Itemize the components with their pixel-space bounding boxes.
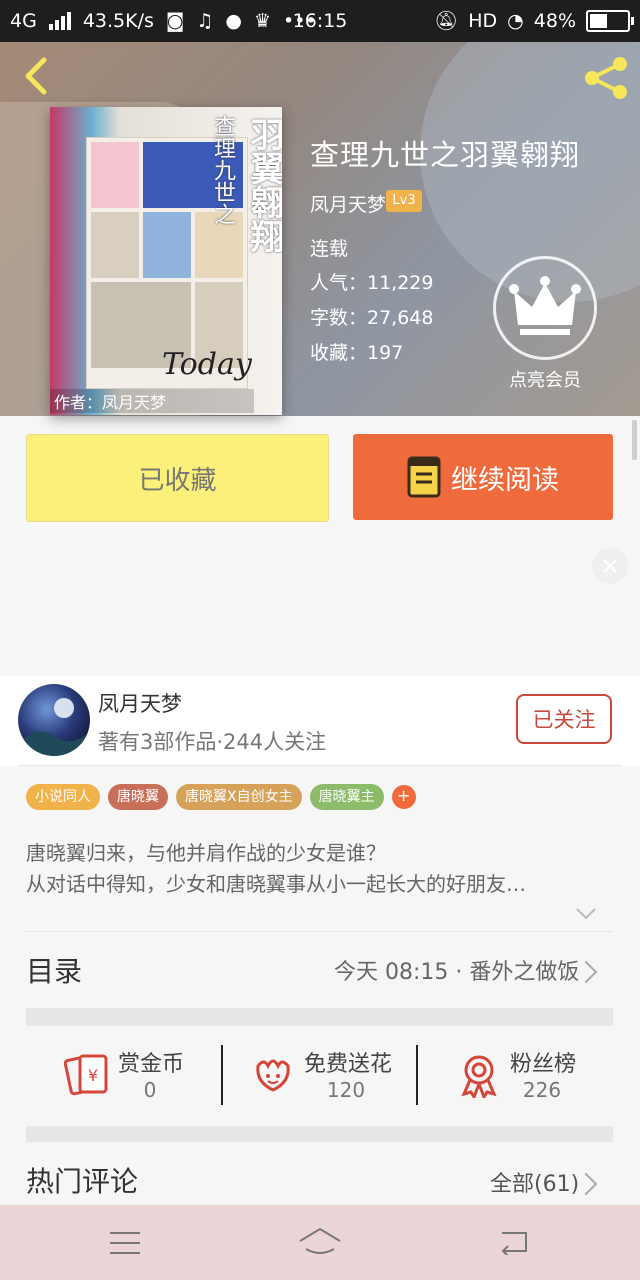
book-cover[interactable]: Today 羽翼翱翔 查理九世之 作者：凤月天梦 — [50, 107, 282, 415]
favorited-label: 已收藏 — [138, 465, 217, 496]
tag-list: 小说同人 唐晓翼 唐晓翼X自创女主 唐晓翼主 + — [26, 784, 416, 810]
reward-count: 120 — [326, 1078, 366, 1102]
status-bar: 4G 43.5K/s ◙ ♫ ● ♛ ••• 16:15 🔕︎ HD ◔ 48% — [0, 0, 640, 42]
battery-percent: 48% — [533, 10, 576, 32]
cover-byline: 作者：凤月天梦 — [50, 389, 254, 413]
reward-title: 免费送花 — [304, 1052, 393, 1077]
continue-reading-button[interactable]: 继续阅读 — [353, 434, 613, 520]
chevron-left-icon — [25, 57, 47, 95]
tag[interactable]: 唐晓翼 — [108, 784, 168, 810]
continue-reading-label: 继续阅读 — [451, 464, 559, 496]
popularity-stat: 人气：11,229 — [310, 272, 434, 294]
level-badge: Lv3 — [386, 190, 422, 212]
chevron-down-icon — [576, 908, 596, 920]
svg-text:¥: ¥ — [88, 1066, 98, 1085]
crown-icon — [509, 276, 581, 335]
vip-button[interactable] — [493, 256, 597, 360]
synopsis[interactable]: 唐晓翼归来，与他并肩作战的少女是谁？ 从对话中得知，少女和唐晓翼事从小一起长大的… — [26, 838, 606, 900]
wifi-icon: ◔ — [507, 10, 524, 32]
toc-latest-chapter[interactable]: 今天 08:15 · 番外之做饭 — [334, 954, 579, 986]
reward-title: 赏金币 — [118, 1052, 185, 1077]
cover-today-text: Today — [162, 347, 252, 382]
author-name[interactable]: 凤月天梦 — [98, 688, 182, 718]
favorited-button[interactable]: 已收藏 — [26, 434, 329, 522]
serial-status: 连载 — [310, 238, 349, 260]
word-count-stat: 字数：27,648 — [310, 307, 434, 329]
author-meta: 著有3部作品·244人关注 — [98, 730, 327, 754]
all-comments-link[interactable]: 全部(61) — [490, 1166, 579, 1198]
back-nav-icon[interactable] — [498, 1229, 530, 1255]
follow-button[interactable]: 已关注 — [516, 694, 612, 744]
tag[interactable]: 唐晓翼X自创女主 — [176, 784, 302, 810]
hd-indicator: HD — [468, 10, 498, 32]
tag[interactable]: 唐晓翼主 — [309, 784, 384, 810]
home-icon[interactable] — [298, 1227, 342, 1257]
more-tags-button[interactable]: + — [391, 785, 416, 809]
book-icon — [407, 456, 441, 498]
share-button[interactable] — [582, 56, 630, 100]
book-title: 查理九世之羽翼翱翔 — [310, 138, 581, 172]
expand-synopsis-button[interactable] — [574, 904, 598, 924]
close-ad-button[interactable] — [592, 548, 628, 584]
toc-label[interactable]: 目录 — [26, 950, 82, 990]
red-envelope-icon: ¥ — [64, 1054, 108, 1096]
menu-icon[interactable] — [110, 1231, 140, 1255]
scrollbar[interactable] — [632, 420, 637, 460]
back-button[interactable] — [18, 56, 58, 96]
flower-icon — [256, 1059, 290, 1092]
share-icon — [585, 57, 627, 99]
vip-label: 点亮会员 — [509, 370, 581, 391]
system-nav-bar — [0, 1205, 640, 1280]
battery-icon — [586, 10, 634, 32]
synopsis-line: 唐晓翼归来，与他并肩作战的少女是谁？ — [26, 841, 386, 865]
favorites-stat: 收藏：197 — [310, 342, 404, 364]
comments-label: 热门评论 — [26, 1165, 139, 1198]
medal-icon — [461, 1055, 497, 1098]
reward-count: 226 — [522, 1078, 562, 1102]
cover-title: 羽翼翱翔 — [244, 117, 282, 253]
follow-label: 已关注 — [532, 708, 596, 732]
section-divider — [26, 1008, 613, 1026]
synopsis-line: 从对话中得知，少女和唐晓翼事从小一起长大的好朋友… — [26, 872, 526, 896]
section-divider — [26, 1126, 613, 1142]
avatar-image — [18, 698, 90, 756]
tag[interactable]: 小说同人 — [26, 784, 100, 810]
divider — [221, 1045, 223, 1105]
mute-icon: 🔕︎ — [434, 10, 459, 32]
reward-title: 粉丝榜 — [510, 1052, 577, 1077]
book-author[interactable]: 凤月天梦 — [310, 190, 386, 217]
cover-subtitle: 查理九世之 — [210, 115, 235, 225]
close-icon — [603, 559, 617, 573]
reward-count: 0 — [143, 1078, 157, 1102]
clock: 16:15 — [292, 10, 348, 32]
divider — [416, 1045, 418, 1105]
avatar[interactable] — [18, 684, 90, 756]
